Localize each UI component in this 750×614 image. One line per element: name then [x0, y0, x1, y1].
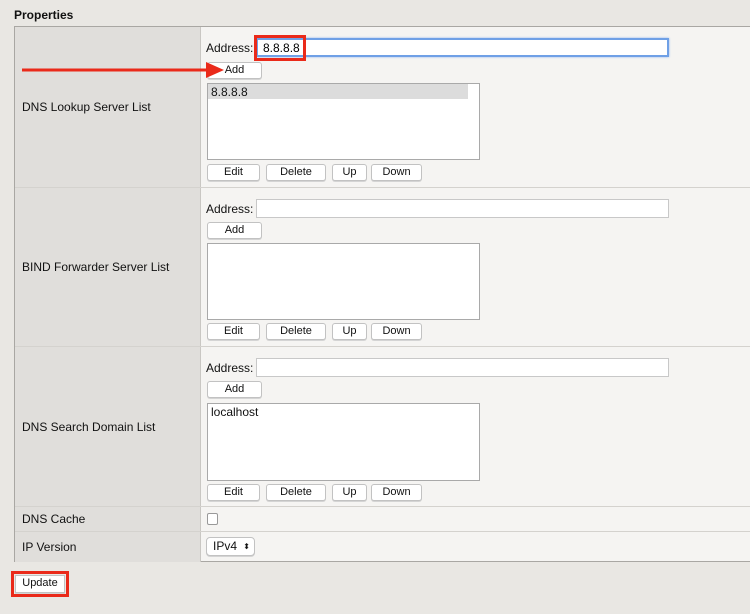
address-label: Address:: [206, 361, 254, 375]
highlight-box-address: [254, 35, 306, 61]
bind-forwarder-down-button[interactable]: Down: [371, 323, 422, 340]
bind-forwarder-address-input[interactable]: [256, 199, 669, 218]
properties-table: DNS Lookup Server List Address: Add 8.8.…: [14, 26, 750, 562]
row-label: BIND Forwarder Server List: [15, 188, 201, 346]
ip-version-select[interactable]: IPv4 ⬍: [206, 537, 255, 556]
search-domain-add-button[interactable]: Add: [207, 381, 262, 398]
row-label: DNS Search Domain List: [15, 347, 201, 506]
highlight-box-update: [11, 571, 69, 597]
search-domain-edit-button[interactable]: Edit: [207, 484, 260, 501]
select-arrows-icon: ⬍: [243, 542, 250, 551]
bind-forwarder-edit-button[interactable]: Edit: [207, 323, 260, 340]
list-item[interactable]: 8.8.8.8: [208, 84, 468, 99]
red-arrow-icon: [22, 62, 224, 78]
search-domain-address-input[interactable]: [256, 358, 669, 377]
dns-lookup-address-input[interactable]: [256, 38, 669, 57]
address-label: Address:: [206, 202, 254, 216]
dns-lookup-server-list[interactable]: 8.8.8.8: [207, 83, 480, 160]
row-search-domain: DNS Search Domain List Address: Add loca…: [15, 347, 750, 507]
row-label: DNS Lookup Server List: [15, 27, 201, 187]
row-label: DNS Cache: [15, 507, 201, 531]
dns-cache-checkbox[interactable]: [207, 513, 218, 525]
bind-forwarder-add-button[interactable]: Add: [207, 222, 262, 239]
bind-forwarder-up-button[interactable]: Up: [332, 323, 367, 340]
dns-lookup-up-button[interactable]: Up: [332, 164, 367, 181]
ip-version-value: IPv4: [213, 539, 238, 553]
list-item[interactable]: localhost: [208, 404, 479, 419]
dns-lookup-edit-button[interactable]: Edit: [207, 164, 260, 181]
search-domain-up-button[interactable]: Up: [332, 484, 367, 501]
section-title: Properties: [14, 8, 74, 22]
row-label: IP Version: [15, 532, 201, 562]
bind-forwarder-server-list[interactable]: [207, 243, 480, 320]
dns-lookup-down-button[interactable]: Down: [371, 164, 422, 181]
row-dns-cache: DNS Cache: [15, 507, 750, 532]
search-domain-delete-button[interactable]: Delete: [266, 484, 326, 501]
bind-forwarder-delete-button[interactable]: Delete: [266, 323, 326, 340]
address-label: Address:: [206, 41, 254, 55]
dns-lookup-delete-button[interactable]: Delete: [266, 164, 326, 181]
search-domain-list[interactable]: localhost: [207, 403, 480, 481]
search-domain-down-button[interactable]: Down: [371, 484, 422, 501]
row-dns-lookup: DNS Lookup Server List Address: Add 8.8.…: [15, 27, 750, 188]
row-bind-forwarder: BIND Forwarder Server List Address: Add …: [15, 188, 750, 347]
row-ip-version: IP Version IPv4 ⬍: [15, 532, 750, 562]
